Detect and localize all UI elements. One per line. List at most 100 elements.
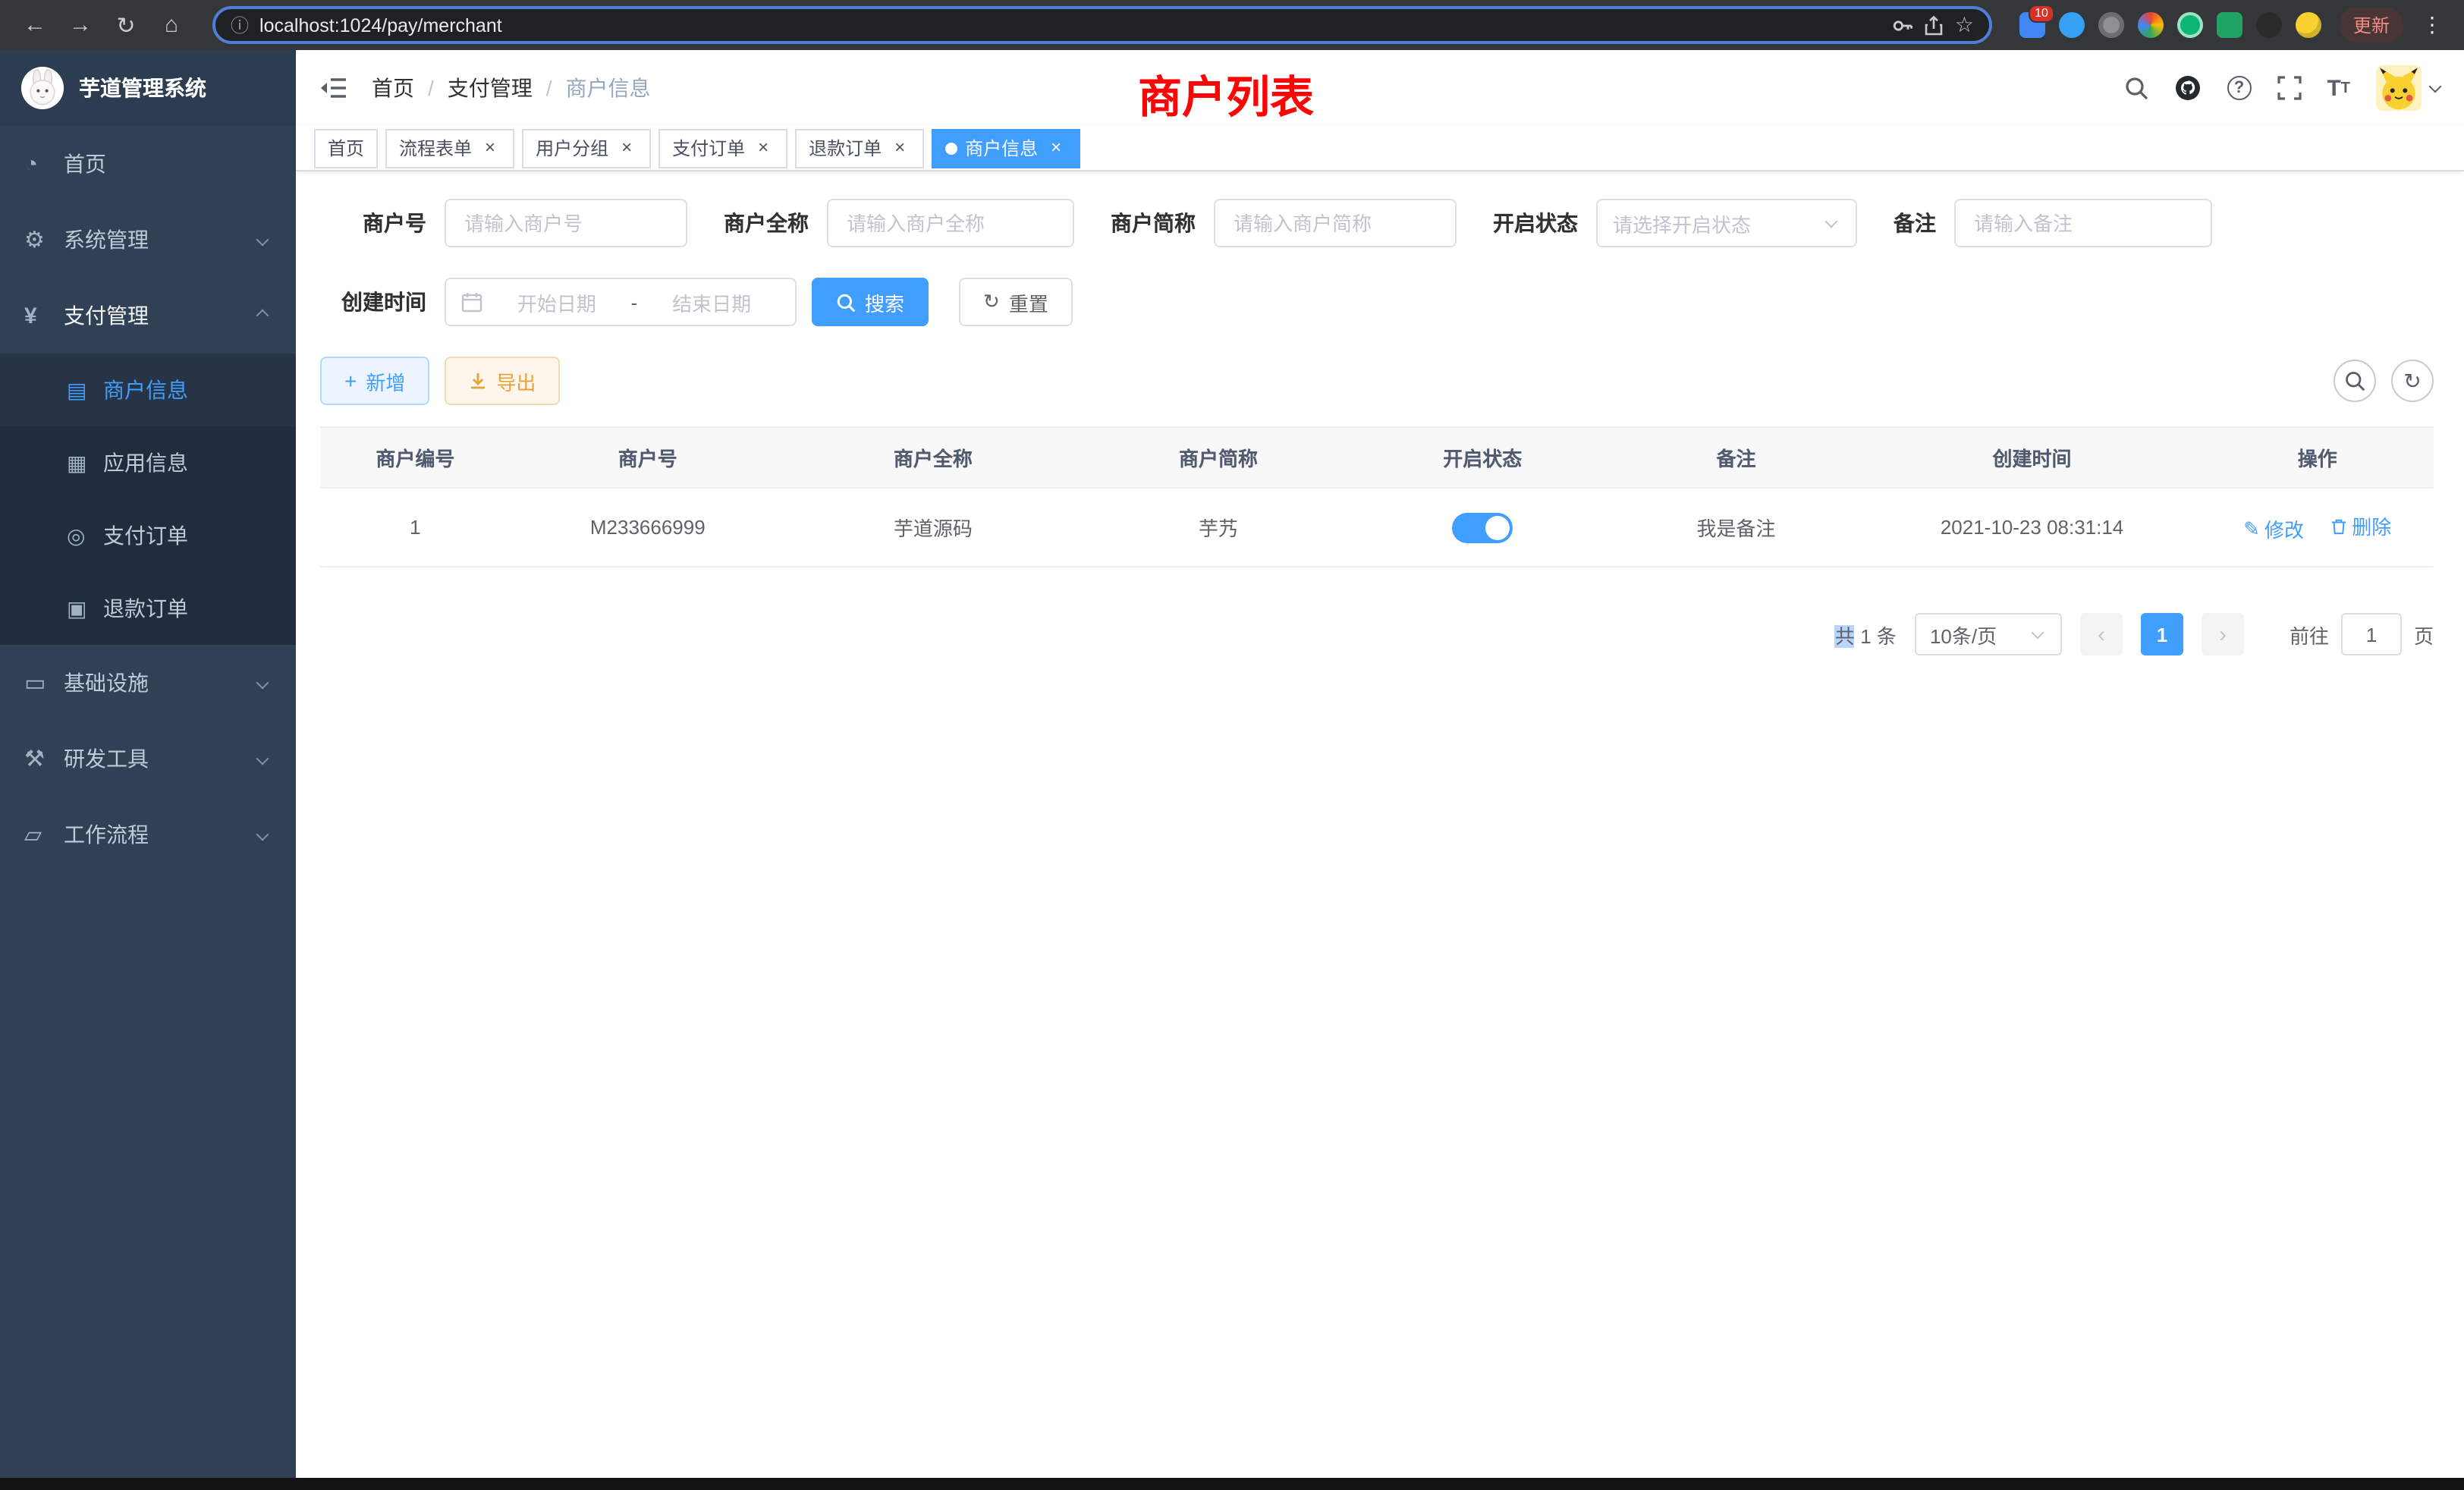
tag-user-group[interactable]: 用户分组 ×: [522, 128, 651, 168]
site-info-icon[interactable]: ⓘ: [231, 12, 249, 38]
remark-label: 备注: [1894, 208, 1936, 238]
create-time-range-picker[interactable]: 开始日期 - 结束日期: [445, 278, 797, 326]
browser-update-button[interactable]: 更新: [2340, 8, 2403, 42]
create-time-label: 创建时间: [320, 287, 426, 317]
github-icon[interactable]: [2173, 74, 2201, 102]
back-button[interactable]: ←: [15, 5, 55, 45]
full-name-label: 商户全称: [724, 208, 809, 238]
extension-green-circle-icon[interactable]: [2177, 12, 2203, 38]
filter-row-2: 创建时间 开始日期 - 结束日期 搜索 ↻ 重置: [320, 278, 2434, 326]
chevron-down-icon: [2429, 80, 2442, 93]
prev-page-button[interactable]: ‹: [2080, 613, 2123, 655]
tag-home[interactable]: 首页: [314, 128, 378, 168]
status-select[interactable]: 请选择开启状态: [1596, 199, 1857, 247]
page-size-select[interactable]: 10条/页: [1915, 613, 2062, 655]
col-status: 开启状态: [1356, 427, 1609, 488]
sidebar-item-refund-order[interactable]: ▣ 退款订单: [0, 572, 296, 645]
breadcrumb-separator: /: [428, 76, 434, 100]
browser-menu-icon[interactable]: ⋮: [2415, 12, 2449, 38]
sidebar-item-home[interactable]: ◔ 首页: [0, 126, 296, 202]
merchant-table: 商户编号 商户号 商户全称 商户简称 开启状态 备注 创建时间 操作 1: [320, 426, 2434, 567]
help-icon[interactable]: ?: [2227, 76, 2251, 100]
table-header-row: 商户编号 商户号 商户全称 商户简称 开启状态 备注 创建时间 操作: [320, 427, 2434, 488]
url-bar[interactable]: ⓘ localhost:1024/pay/merchant ☆: [212, 6, 1992, 44]
share-icon[interactable]: [1925, 14, 1944, 36]
extension-paw-icon[interactable]: [2256, 12, 2282, 38]
sidebar-item-app-info[interactable]: ▦ 应用信息: [0, 426, 296, 499]
forward-button[interactable]: →: [61, 5, 100, 45]
search-icon[interactable]: [2123, 76, 2148, 100]
chevron-down-icon: [2031, 627, 2044, 640]
close-icon[interactable]: ×: [889, 137, 910, 159]
reload-button[interactable]: ↻: [106, 5, 146, 45]
toggle-search-button[interactable]: [2334, 360, 2376, 402]
user-avatar[interactable]: [2376, 65, 2440, 111]
short-name-input[interactable]: [1214, 199, 1457, 247]
col-merchant-no: 商户号: [511, 427, 785, 488]
full-name-input[interactable]: [827, 199, 1074, 247]
refund-order-icon: ▣: [67, 596, 103, 621]
extension-gray-icon[interactable]: [2098, 12, 2124, 38]
col-merchant-id: 商户编号: [320, 427, 511, 488]
edit-link[interactable]: ✎ 修改: [2243, 514, 2304, 543]
sidebar-item-pay[interactable]: ¥ 支付管理: [0, 278, 296, 354]
pay-order-icon: ◎: [67, 523, 103, 549]
window-bottom-edge: [0, 1478, 2464, 1490]
font-size-icon[interactable]: TT: [2327, 75, 2350, 101]
cell-remark: 我是备注: [1609, 488, 1862, 567]
search-icon: [836, 292, 856, 312]
close-icon[interactable]: ×: [1045, 137, 1067, 159]
next-page-button[interactable]: ›: [2202, 613, 2244, 655]
refresh-table-button[interactable]: ↻: [2391, 360, 2434, 402]
app-logo-row[interactable]: 芋道管理系统: [0, 50, 296, 126]
sidebar-item-merchant-info[interactable]: ▤ 商户信息: [0, 354, 296, 426]
breadcrumb-home[interactable]: 首页: [372, 73, 414, 103]
password-key-icon[interactable]: [1893, 14, 1914, 36]
extension-color-wheel-icon[interactable]: [2138, 12, 2164, 38]
search-button[interactable]: 搜索: [812, 278, 929, 326]
sidebar-toggle-icon[interactable]: [320, 76, 347, 100]
remark-input[interactable]: [1954, 199, 2212, 247]
tag-pay-order[interactable]: 支付订单 ×: [658, 128, 787, 168]
red-annotation: 商户列表: [1138, 62, 1314, 126]
close-icon[interactable]: ×: [616, 137, 637, 159]
reset-button[interactable]: ↻ 重置: [959, 278, 1073, 326]
extension-badge: 10: [2029, 5, 2054, 23]
app-logo-icon: [21, 67, 64, 109]
sidebar-item-workflow[interactable]: ▱ 工作流程: [0, 797, 296, 872]
extension-sidebar-icon[interactable]: 10: [2019, 12, 2045, 38]
sidebar-item-infra[interactable]: ▭ 基础设施: [0, 645, 296, 721]
sidebar: 芋道管理系统 ◔ 首页 ⚙ 系统管理 ¥ 支付管理 ▤ 商户信息: [0, 50, 296, 1478]
close-icon[interactable]: ×: [479, 137, 501, 159]
sidebar-item-devtools[interactable]: ⚒ 研发工具: [0, 721, 296, 797]
col-actions: 操作: [2201, 427, 2434, 488]
home-button[interactable]: ⌂: [152, 5, 191, 45]
chevron-down-icon: [256, 677, 269, 690]
tag-merchant-info[interactable]: 商户信息 ×: [932, 128, 1080, 168]
table-toolbar: + 新增 导出 ↻: [320, 357, 2434, 405]
app-grid-icon: ▦: [67, 450, 103, 476]
tag-refund-order[interactable]: 退款订单 ×: [795, 128, 924, 168]
cell-create-time: 2021-10-23 08:31:14: [1863, 488, 2202, 567]
page-1-button[interactable]: 1: [2141, 613, 2183, 655]
export-button[interactable]: 导出: [445, 357, 560, 405]
extension-drop-icon[interactable]: [2059, 12, 2085, 38]
extension-emoji-icon[interactable]: [2296, 12, 2321, 38]
browser-toolbar: ← → ↻ ⌂ ⓘ localhost:1024/pay/merchant ☆ …: [0, 0, 2464, 50]
delete-link[interactable]: 删除: [2330, 511, 2391, 540]
close-icon[interactable]: ×: [753, 137, 774, 159]
fullscreen-icon[interactable]: [2277, 76, 2301, 100]
merchant-no-input[interactable]: [445, 199, 687, 247]
status-toggle[interactable]: [1452, 512, 1513, 542]
bookmark-star-icon[interactable]: ☆: [1955, 12, 1974, 38]
sidebar-item-system[interactable]: ⚙ 系统管理: [0, 202, 296, 278]
add-button[interactable]: + 新增: [320, 357, 429, 405]
infra-icon: ▭: [24, 669, 64, 696]
breadcrumb-pay[interactable]: 支付管理: [448, 73, 533, 103]
range-separator: -: [631, 291, 638, 313]
merchant-card-icon: ▤: [67, 377, 103, 403]
tag-process-form[interactable]: 流程表单 ×: [385, 128, 514, 168]
goto-page-input[interactable]: [2341, 613, 2402, 655]
sidebar-item-pay-order[interactable]: ◎ 支付订单: [0, 499, 296, 572]
extension-notes-icon[interactable]: [2217, 12, 2242, 38]
